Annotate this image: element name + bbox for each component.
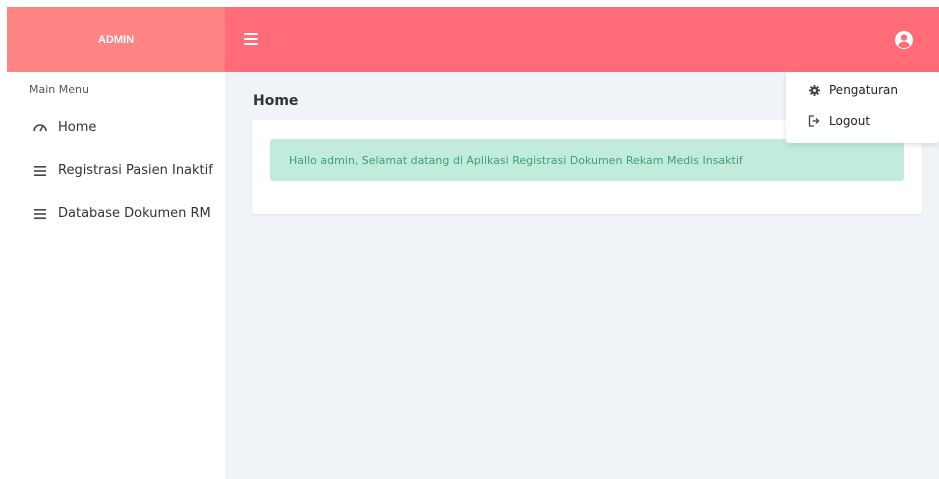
logout-icon xyxy=(808,115,820,127)
sidebar-item-label: Registrasi Pasien Inaktif xyxy=(58,163,213,178)
menu-item-pengaturan[interactable]: Pengaturan xyxy=(808,83,898,97)
user-circle-icon[interactable] xyxy=(894,30,914,50)
sidebar-item-label: Database Dokumen RM xyxy=(58,206,211,221)
menu-item-label: Pengaturan xyxy=(829,83,898,97)
sidebar-toggle-button[interactable] xyxy=(244,33,258,45)
sidebar-heading: Main Menu xyxy=(29,83,89,96)
sidebar-item-database-dokumen-rm[interactable]: Database Dokumen RM xyxy=(33,206,211,221)
list-icon xyxy=(33,165,47,176)
sidebar-item-home[interactable]: Home xyxy=(33,120,96,135)
navbar xyxy=(225,7,939,72)
welcome-message: Hallo admin, Selamat datang di Aplikasi … xyxy=(289,153,743,167)
menu-item-logout[interactable]: Logout xyxy=(808,114,870,128)
gear-icon xyxy=(808,84,820,96)
sidebar-item-label: Home xyxy=(58,120,97,135)
page-title: Home xyxy=(253,93,299,109)
top-bar: ADMIN xyxy=(7,7,939,72)
brand-logo[interactable]: ADMIN xyxy=(7,7,225,72)
dashboard-gauge-icon xyxy=(33,123,47,132)
welcome-alert: Hallo admin, Selamat datang di Aplikasi … xyxy=(270,139,904,181)
list-icon xyxy=(33,208,47,219)
sidebar: Main Menu Home Registrasi Pasien Inaktif xyxy=(0,72,225,479)
brand-title: ADMIN xyxy=(97,33,135,46)
menu-item-label: Logout xyxy=(829,114,871,128)
sidebar-item-registrasi-pasien-inaktif[interactable]: Registrasi Pasien Inaktif xyxy=(33,163,213,178)
user-dropdown-menu: Pengaturan Logout xyxy=(786,72,939,143)
